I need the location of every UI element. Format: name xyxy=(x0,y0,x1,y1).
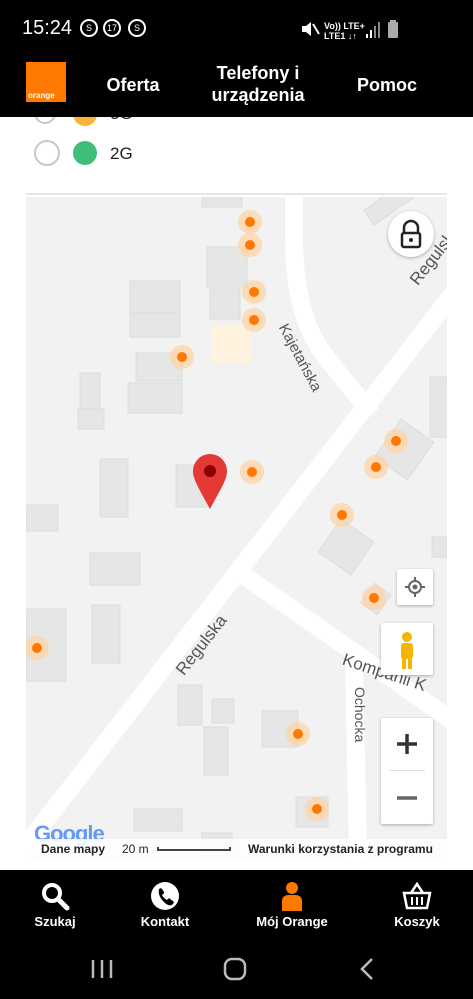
search-icon xyxy=(42,883,70,911)
lock-icon xyxy=(400,219,422,249)
zoom-in-button[interactable] xyxy=(381,718,433,770)
bottom-nav: Szukaj Kontakt Mój Orange Koszyk xyxy=(0,870,473,938)
zoom-divider xyxy=(389,770,425,771)
bottom-nav-koszyk[interactable]: Koszyk xyxy=(362,876,472,934)
divider xyxy=(26,193,447,195)
status-bar: 15:24 S 17 S Vo)) LTE+ LTE1 ↓↑ xyxy=(0,0,473,56)
bottom-nav-szukaj[interactable]: Szukaj xyxy=(0,876,110,934)
nav-telefony[interactable]: Telefony i urządzenia xyxy=(198,62,318,106)
map-data-link[interactable]: Dane mapy xyxy=(41,842,105,856)
mute-icon xyxy=(302,22,320,36)
terms-link[interactable]: Warunki korzystania z programu xyxy=(248,842,433,856)
battery-icon xyxy=(388,20,398,38)
pegman-icon xyxy=(401,632,413,669)
network-indicator: Vo)) LTE+ LTE1 ↓↑ xyxy=(324,21,365,41)
status-time: 15:24 xyxy=(22,17,73,39)
2g-color-dot xyxy=(73,141,97,165)
lock-button[interactable] xyxy=(388,211,434,257)
bottom-nav-moj-orange[interactable]: Mój Orange xyxy=(237,876,347,934)
radio-2g[interactable] xyxy=(34,140,60,166)
back-icon[interactable] xyxy=(358,957,378,981)
person-icon xyxy=(282,882,302,911)
technology-legend: 3G 2G xyxy=(0,117,473,197)
plus-icon xyxy=(397,734,417,754)
basket-icon xyxy=(402,881,432,910)
nav-pomoc[interactable]: Pomoc xyxy=(350,74,424,96)
3g-color-dot xyxy=(73,117,97,126)
nav-oferta[interactable]: Oferta xyxy=(98,74,168,96)
legend-label-2g: 2G xyxy=(110,144,133,163)
phone-icon xyxy=(151,882,179,910)
coverage-map[interactable]: Regulska Kajetańska Regulska Kompanii K … xyxy=(26,197,447,859)
crosshair-icon xyxy=(405,577,425,597)
calendar-icon: 17 xyxy=(103,19,121,37)
app-header: orange Oferta Telefony i urządzenia Pomo… xyxy=(0,56,473,117)
scale-label: 20 m xyxy=(122,842,149,856)
street-view-button[interactable] xyxy=(381,623,433,675)
radio-3g[interactable] xyxy=(34,117,56,124)
zoom-out-button[interactable] xyxy=(381,772,433,824)
zoom-controls xyxy=(381,718,433,824)
system-nav-bar xyxy=(0,938,473,999)
bottom-nav-kontakt[interactable]: Kontakt xyxy=(110,876,220,934)
home-icon[interactable] xyxy=(223,957,247,981)
signal-icon xyxy=(366,22,380,38)
street-label-ochocka: Ochocka xyxy=(352,687,368,743)
notification-icon: S xyxy=(80,19,98,37)
scale-bar xyxy=(157,847,231,851)
sync-icon: S xyxy=(128,19,146,37)
minus-icon xyxy=(397,796,417,800)
my-location-button[interactable] xyxy=(397,569,433,605)
legend-label-3g: 3G xyxy=(110,117,133,124)
recent-apps-icon[interactable] xyxy=(90,958,114,980)
orange-logo[interactable]: orange xyxy=(26,62,66,102)
